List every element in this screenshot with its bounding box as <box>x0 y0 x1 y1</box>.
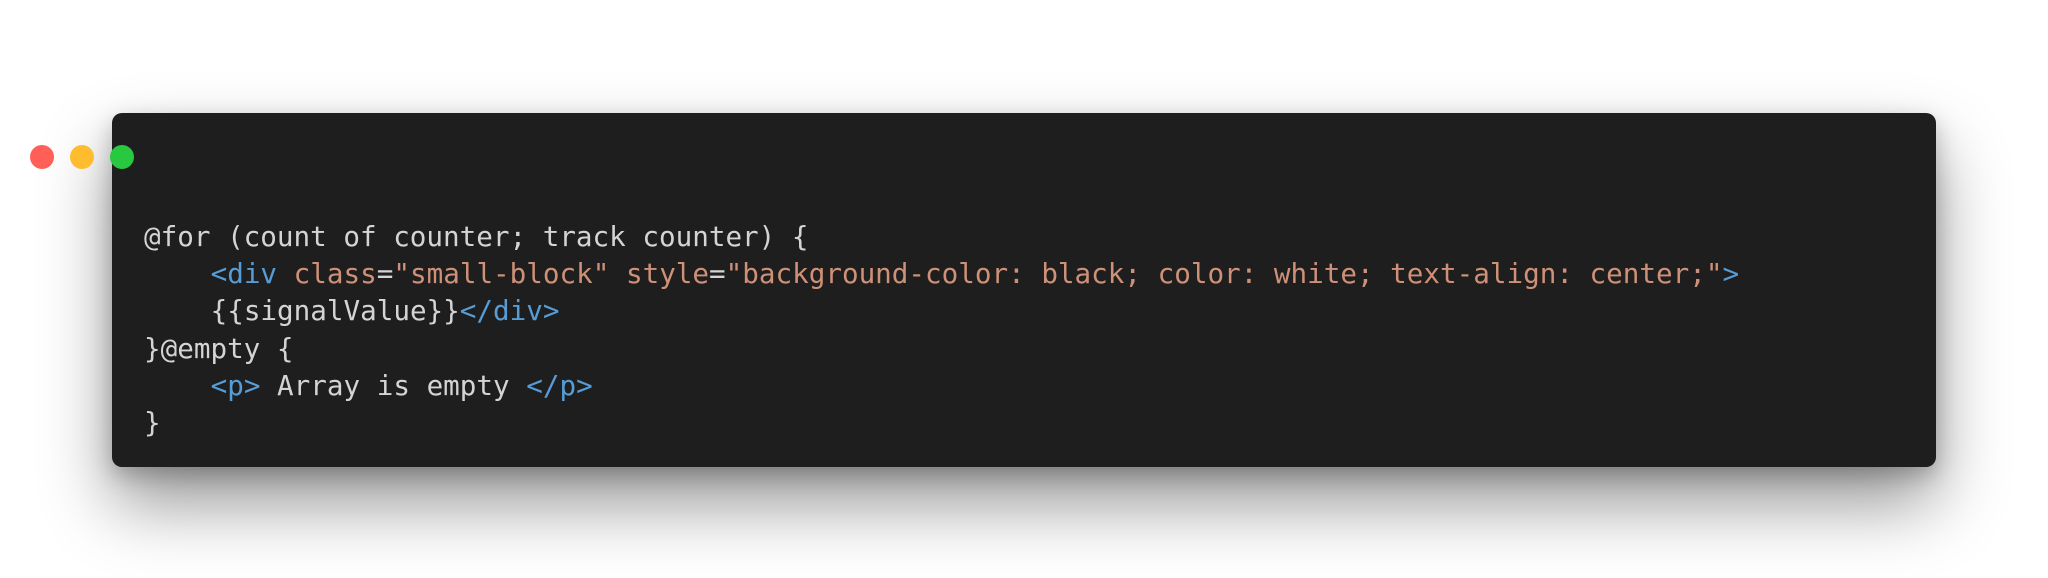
close-icon[interactable] <box>30 145 54 169</box>
code-line-3: {{signalValue}}</div> <box>144 292 1739 329</box>
div-tag-close: > <box>1722 257 1740 291</box>
p-closing-tag: </p> <box>526 368 593 402</box>
class-attribute-value: "small-block" <box>393 257 610 291</box>
code-line-6: } <box>144 404 1739 441</box>
code-line-4-text: }@empty { <box>144 331 294 365</box>
code-block: @for (count of counter; track counter) {… <box>144 218 1739 441</box>
code-line-5: <p> Array is empty </p> <box>144 367 1739 404</box>
div-closing-tag: </div> <box>459 294 560 328</box>
code-line-1: @for (count of counter; track counter) { <box>144 218 1739 255</box>
style-attribute-value: "background-color: black; color: white; … <box>725 257 1723 291</box>
signal-value-expression: {{signalValue}} <box>210 294 460 328</box>
empty-message-text: Array is empty <box>260 368 527 402</box>
code-line-6-text: } <box>144 405 161 439</box>
style-attribute-equals: = <box>709 257 726 291</box>
p-open-tag: <p> <box>210 368 261 402</box>
div-open-tag: <div <box>210 257 278 291</box>
class-attribute-name: class <box>293 257 377 291</box>
maximize-icon[interactable] <box>110 145 134 169</box>
class-attribute-equals: = <box>376 257 394 291</box>
style-attribute-name: style <box>625 257 710 291</box>
code-line-2: <div class="small-block" style="backgrou… <box>144 255 1739 292</box>
code-line-1-text: @for (count of counter; track counter) { <box>144 220 809 253</box>
code-line-4: }@empty { <box>144 330 1739 367</box>
minimize-icon[interactable] <box>70 145 94 169</box>
